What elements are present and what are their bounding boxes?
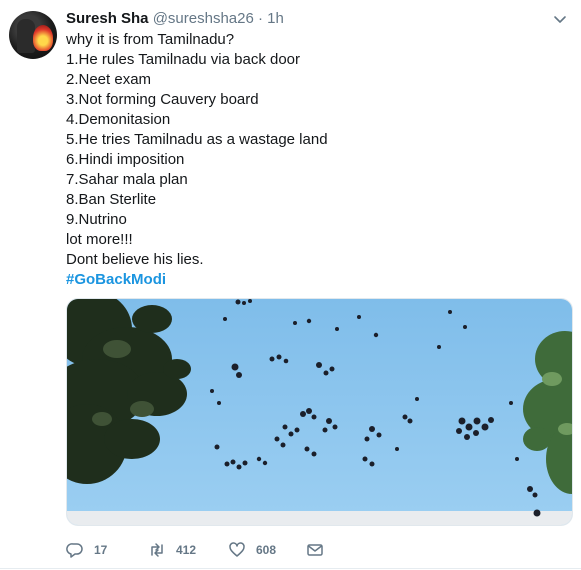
reply-button[interactable]: 17 — [66, 540, 107, 560]
tweet-line: 9.Nutrino — [66, 211, 127, 228]
author-name[interactable]: Suresh Sha — [66, 10, 149, 27]
tweet-line: 3.Not forming Cauvery board — [66, 91, 259, 108]
tweet-line: why it is from Tamilnadu? — [66, 31, 235, 48]
tweet-timestamp[interactable]: 1h — [267, 10, 284, 27]
like-count: 608 — [256, 543, 277, 557]
tweet-line: 5.He tries Tamilnadu as a wastage land — [66, 131, 328, 148]
tweet-divider — [0, 568, 581, 569]
author-avatar[interactable] — [9, 11, 57, 59]
header-separator: · — [258, 10, 263, 27]
tweet-header: Suresh Sha @sureshsha26 · 1h — [66, 9, 284, 29]
tweet-actions: 17 412 608 — [66, 540, 566, 560]
author-handle[interactable]: @sureshsha26 — [153, 10, 254, 27]
envelope-icon — [307, 544, 323, 556]
retweet-icon — [151, 543, 163, 557]
tweet-card[interactable]: Suresh Sha @sureshsha26 · 1h why it is f… — [0, 0, 581, 570]
tweet-line: 8.Ban Sterlite — [66, 191, 157, 208]
tweet-line: 2.Neet exam — [66, 71, 152, 88]
like-button[interactable]: 608 — [228, 540, 276, 560]
chevron-down-icon[interactable] — [552, 11, 568, 27]
tweet-line: lot more!!! — [66, 231, 133, 248]
reply-count: 17 — [94, 543, 108, 557]
tweet-line: 1.He rules Tamilnadu via back door — [66, 51, 301, 68]
balloons-sky-photo — [67, 299, 572, 525]
tweet-photo[interactable] — [66, 298, 573, 526]
tweet-text: why it is from Tamilnadu? 1.He rules Tam… — [66, 30, 566, 290]
retweet-count: 412 — [176, 543, 197, 557]
retweet-button[interactable]: 412 — [148, 540, 196, 560]
avatar-flame — [33, 25, 53, 51]
tweet-line: 6.Hindi imposition — [66, 151, 185, 168]
tweet-line: 4.Demonitasion — [66, 111, 171, 128]
hashtag-link[interactable]: #GoBackModi — [66, 270, 566, 290]
direct-message-button[interactable] — [306, 540, 334, 560]
reply-icon — [66, 543, 83, 558]
heart-icon — [229, 542, 245, 557]
tweet-line: Dont believe his lies. — [66, 251, 204, 268]
tweet-line: 7.Sahar mala plan — [66, 171, 188, 188]
